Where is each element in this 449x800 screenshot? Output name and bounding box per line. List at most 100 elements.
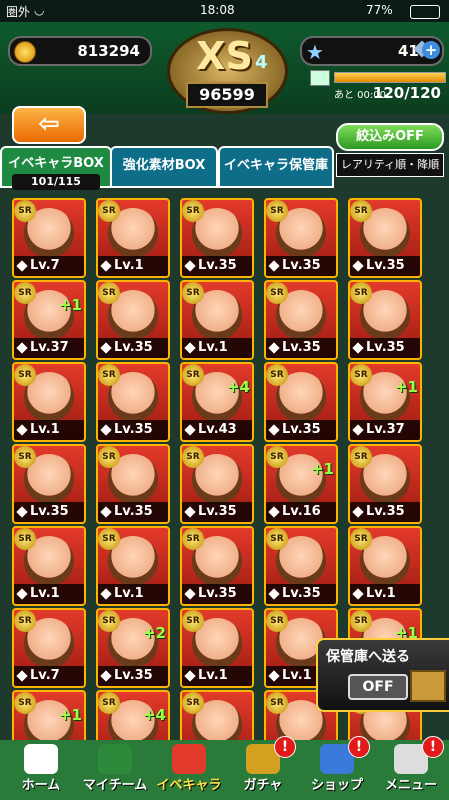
- level-label: Lv.1: [98, 256, 168, 276]
- battery-icon: [410, 5, 440, 19]
- notification-badge: !: [348, 736, 370, 758]
- rarity-badge: SR: [14, 610, 36, 632]
- nav-label: ホーム: [21, 778, 61, 793]
- rarity-badge: SR: [182, 200, 204, 222]
- team-icon: [98, 744, 132, 774]
- rarity-badge: SR: [350, 200, 372, 222]
- character-card[interactable]: SR Lv.35: [264, 280, 338, 360]
- level-label: Lv.1: [350, 584, 420, 604]
- rarity-badge: SR: [14, 364, 36, 386]
- level-label: Lv.1: [98, 584, 168, 604]
- rarity-badge: SR: [182, 528, 204, 550]
- level-label: Lv.7: [14, 666, 84, 686]
- character-card[interactable]: SR Lv.35: [12, 444, 86, 524]
- star-icon: ★: [306, 40, 324, 64]
- stamina-count: 120/120: [372, 84, 441, 102]
- rarity-badge: SR: [266, 200, 288, 222]
- level-label: Lv.35: [98, 502, 168, 522]
- level-label: Lv.35: [182, 256, 252, 276]
- stamina-fill: [335, 73, 445, 82]
- tab-storage[interactable]: イベキャラ保管庫: [218, 146, 334, 188]
- rarity-badge: SR: [98, 528, 120, 550]
- notification-badge: !: [422, 736, 444, 758]
- character-card[interactable]: SR Lv.1: [96, 198, 170, 278]
- rarity-badge: SR: [266, 528, 288, 550]
- level-label: Lv.35: [266, 420, 336, 440]
- nav-item[interactable]: ホーム: [4, 740, 78, 800]
- rarity-badge: SR: [350, 282, 372, 304]
- character-icon: [172, 744, 206, 774]
- character-card[interactable]: SR Lv.7: [12, 198, 86, 278]
- rarity-badge: SR: [266, 610, 288, 632]
- character-card[interactable]: SR Lv.35: [264, 526, 338, 606]
- plus-count: +1: [310, 460, 334, 478]
- nav-item[interactable]: ! ショップ: [300, 736, 374, 800]
- level-label: Lv.37: [14, 338, 84, 358]
- rarity-badge: SR: [350, 364, 372, 386]
- notification-badge: !: [274, 736, 296, 758]
- plus-count: +1: [394, 378, 418, 396]
- plus-count: +4: [226, 378, 250, 396]
- nav-item[interactable]: マイチーム: [78, 740, 152, 800]
- level-label: Lv.35: [98, 338, 168, 358]
- rarity-badge: SR: [98, 610, 120, 632]
- top-header: 813294 XS 4 96599 ★ 41 + あと 00:00 120/12…: [0, 22, 449, 144]
- carrier-label: 圏外: [6, 5, 31, 19]
- nav-label: メニュー: [384, 778, 437, 793]
- nav-item[interactable]: イベキャラ: [152, 740, 226, 800]
- rarity-badge: SR: [350, 528, 372, 550]
- nav-label: ショップ: [310, 778, 363, 793]
- character-card[interactable]: SR Lv.1: [348, 526, 422, 606]
- tab-material-box[interactable]: 強化素材BOX: [110, 146, 218, 188]
- character-card[interactable]: SR Lv.1: [96, 526, 170, 606]
- character-card[interactable]: SR +2 Lv.35: [96, 608, 170, 688]
- character-card[interactable]: SR Lv.1: [12, 362, 86, 442]
- rarity-badge: SR: [350, 446, 372, 468]
- character-card[interactable]: SR Lv.35: [180, 198, 254, 278]
- nav-item[interactable]: ! メニュー: [374, 736, 448, 800]
- character-card[interactable]: SR Lv.35: [180, 526, 254, 606]
- character-card[interactable]: SR Lv.35: [180, 444, 254, 524]
- character-card[interactable]: SR Lv.35: [96, 362, 170, 442]
- rarity-badge: SR: [182, 446, 204, 468]
- nav-item[interactable]: ! ガチャ: [226, 736, 300, 800]
- rarity-badge: SR: [98, 364, 120, 386]
- rarity-badge: SR: [14, 282, 36, 304]
- character-card[interactable]: SR Lv.1: [180, 608, 254, 688]
- level-label: Lv.1: [182, 338, 252, 358]
- character-card[interactable]: SR Lv.35: [348, 280, 422, 360]
- character-card[interactable]: SR Lv.1: [12, 526, 86, 606]
- level-label: Lv.35: [266, 256, 336, 276]
- character-card[interactable]: SR Lv.1: [180, 280, 254, 360]
- level-label: Lv.35: [266, 338, 336, 358]
- character-card[interactable]: SR Lv.35: [348, 198, 422, 278]
- bottom-navigation: ホーム マイチーム イベキャラ! ガチャ! ショップ! メニュー: [0, 736, 449, 800]
- character-card[interactable]: SR Lv.35: [264, 198, 338, 278]
- character-card[interactable]: SR +1 Lv.37: [348, 362, 422, 442]
- storage-toggle[interactable]: OFF: [348, 674, 408, 700]
- back-button[interactable]: ⇦: [12, 106, 86, 144]
- character-card[interactable]: SR Lv.7: [12, 608, 86, 688]
- level-label: Lv.37: [350, 420, 420, 440]
- level-label: Lv.35: [350, 338, 420, 358]
- level-label: Lv.16: [266, 502, 336, 522]
- character-card[interactable]: SR Lv.35: [96, 444, 170, 524]
- rank-emblem[interactable]: XS 4 96599: [152, 22, 297, 114]
- character-card[interactable]: SR +4 Lv.43: [180, 362, 254, 442]
- character-card[interactable]: SR +1 Lv.37: [12, 280, 86, 360]
- level-label: Lv.35: [98, 420, 168, 440]
- rank-label: XS: [196, 34, 253, 78]
- character-card[interactable]: SR +1 Lv.16: [264, 444, 338, 524]
- tab-event-chara-box[interactable]: イベキャラBOX 101/115: [0, 146, 112, 190]
- level-label: Lv.7: [14, 256, 84, 276]
- character-card[interactable]: SR Lv.35: [348, 444, 422, 524]
- add-stars-button[interactable]: +: [422, 41, 440, 59]
- rarity-badge: SR: [98, 692, 120, 714]
- rarity-badge: SR: [266, 282, 288, 304]
- send-to-storage-panel[interactable]: 保管庫へ送る OFF: [316, 638, 449, 712]
- character-card[interactable]: SR Lv.35: [264, 362, 338, 442]
- character-card[interactable]: SR Lv.35: [96, 280, 170, 360]
- box-tabs: イベキャラBOX 101/115 強化素材BOX イベキャラ保管庫: [0, 140, 449, 190]
- coin-counter: 813294: [8, 36, 152, 66]
- nav-label: マイチーム: [82, 778, 148, 793]
